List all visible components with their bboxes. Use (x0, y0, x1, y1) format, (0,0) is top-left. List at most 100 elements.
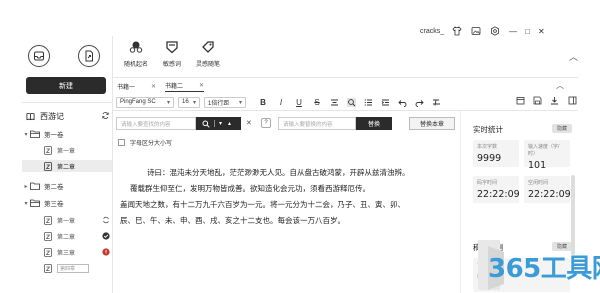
chapter-item-editing[interactable]: 第四章 (22, 262, 112, 274)
calendar-icon[interactable] (516, 96, 525, 105)
replace-button[interactable]: 替换 (356, 117, 392, 130)
chapter-item[interactable]: 第一章 (22, 144, 112, 156)
font-size-value: 16 (182, 99, 189, 105)
find-input[interactable]: 请输入要查找的内容 (116, 117, 196, 130)
search-button[interactable]: ▾ ▴ (196, 117, 241, 130)
font-select[interactable]: PingFang SC ▾ (116, 96, 174, 108)
minimize-button[interactable]: — (509, 27, 517, 36)
paragraph[interactable]: 诗曰：混沌未分天地乱，茫茫渺渺无人见。自从盘古破鸿蒙，开辟从兹清浊辨。 (120, 167, 455, 178)
new-button[interactable]: 新建 (26, 77, 106, 94)
paragraph[interactable]: 盖闻天地之数，有十二万九千六百岁为一元。将一元分为十二会，乃子、丑、寅、卯、 (120, 199, 455, 210)
sync-icon[interactable] (101, 111, 110, 120)
collapse-toolbar-icon[interactable]: ︿ (569, 50, 578, 63)
chevron-down-icon: ▾ (166, 99, 170, 106)
stat-value: 22:22:09 (528, 189, 571, 200)
restore-button[interactable]: □ (525, 27, 530, 36)
help-icon[interactable]: ? (261, 118, 271, 128)
book-title-text: 西游记 (40, 111, 64, 121)
search-icon (202, 120, 210, 128)
settings-icon[interactable] (490, 26, 500, 36)
line-spacing-select[interactable]: 1倍行距 ▾ (204, 96, 246, 108)
chapter-item[interactable]: 第三章 (22, 246, 112, 258)
paragraph[interactable]: 辰、巳、午、未、申、酉、戌、亥之十二支也。每会该一万八百岁。 (120, 215, 455, 226)
book-title[interactable]: 西游记 (26, 110, 110, 122)
tool-label: 随机起名 (123, 62, 148, 68)
inspiration-tool[interactable]: 灵感随笔 (190, 40, 226, 68)
indent-icon[interactable] (381, 98, 390, 107)
panel-toggle-icon[interactable] (568, 96, 577, 105)
inbox-button[interactable] (28, 45, 50, 67)
export-button[interactable] (78, 45, 100, 67)
inbox-icon (34, 51, 44, 61)
tab-close-icon[interactable]: ✕ (199, 82, 204, 89)
close-search-icon[interactable]: ✕ (246, 119, 252, 127)
chapter-item[interactable]: 第二章 (22, 230, 112, 242)
folder-icon (30, 182, 40, 190)
collapse-arrow-icon[interactable]: ▾ (22, 131, 30, 138)
stat-value: 9999 (477, 153, 502, 164)
font-size-select[interactable]: 16 ▾ (178, 96, 200, 108)
download-icon[interactable] (550, 96, 559, 105)
align-center-icon[interactable] (330, 98, 339, 107)
tab-book-2[interactable]: 书籍二 ✕ (165, 80, 205, 92)
chapter-label: 第二章 (57, 164, 76, 171)
document-icon (44, 263, 52, 273)
format-clear-icon[interactable] (432, 98, 441, 107)
volume-3[interactable]: ▾ 第三卷 (22, 197, 112, 209)
case-sensitive-checkbox[interactable] (118, 139, 125, 146)
tool-bar: 随机起名 敏感词 灵感随笔 (118, 40, 318, 76)
tab-bar: 书籍一 ✕ 书籍二 ✕ ︿ (113, 80, 578, 92)
watermark-text: 365工具网 (488, 254, 600, 284)
stat-label: 码字时间 (477, 180, 498, 186)
document-icon (44, 215, 52, 225)
close-button[interactable]: ✕ (538, 27, 545, 36)
paragraph[interactable]: 覆载群生仰至仁，发明万物皆成善。欲知造化会元功，须看西游释厄传。 (120, 183, 455, 194)
tag-icon (202, 41, 214, 53)
redo-icon[interactable] (415, 98, 424, 107)
error-circle-icon (102, 248, 110, 256)
shirt-icon[interactable] (452, 26, 462, 36)
chapter-item-active[interactable]: 第二章 (22, 160, 112, 172)
collapse-arrow-icon[interactable]: ▾ (22, 200, 30, 207)
document-icon (44, 231, 52, 241)
image-icon[interactable] (471, 26, 481, 36)
strikethrough-button[interactable]: S (312, 98, 322, 107)
chapter-item[interactable]: 第一章 (22, 214, 112, 226)
hide-stats-button[interactable]: 隐藏 (552, 124, 572, 133)
save-icon[interactable] (533, 96, 542, 105)
divider (22, 102, 112, 103)
username[interactable]: cracks_ (420, 28, 444, 35)
tab-label: 书籍一 (117, 84, 136, 91)
chapter-name-input[interactable]: 第四章 (57, 263, 89, 273)
line-spacing-value: 1倍行距 (208, 100, 230, 107)
list-icon[interactable] (364, 98, 373, 107)
sensitive-words-tool[interactable]: 敏感词 (154, 40, 190, 68)
volume-2[interactable]: ▸ 第二卷 (22, 180, 112, 192)
export-doc-icon (85, 50, 93, 62)
chevron-down-icon[interactable]: ▾ (219, 120, 222, 127)
stat-label: 输入速度（字/时） (528, 144, 560, 157)
stat-value: 101 (528, 160, 547, 171)
document-icon (44, 145, 52, 155)
search-replace-bar: 请输入要查找的内容 ▾ ▴ ✕ ? 请输入要替换的内容 替换 替换本章 字母区分… (116, 117, 456, 147)
tab-close-icon[interactable]: ✕ (151, 83, 156, 90)
expand-arrow-icon[interactable]: ▸ (22, 183, 30, 190)
replace-chapter-button[interactable]: 替换本章 (409, 117, 455, 130)
underline-button[interactable]: U (294, 98, 304, 107)
shield-icon (166, 41, 178, 54)
case-sensitive-option[interactable]: 字母区分大小写 (118, 138, 172, 147)
search-icon[interactable] (347, 97, 356, 107)
stat-label: 本次字数 (477, 144, 498, 150)
bold-button[interactable]: B (258, 98, 268, 107)
italic-button[interactable]: I (276, 98, 286, 107)
undo-icon[interactable] (398, 98, 407, 107)
tab-book-1[interactable]: 书籍一 ✕ (117, 80, 156, 92)
volume-label: 第一卷 (44, 132, 64, 139)
chevron-up-icon[interactable]: ▴ (228, 120, 231, 127)
collapse-tabs-icon[interactable]: ︿ (556, 80, 564, 91)
format-toolbar: PingFang SC ▾ 16 ▾ 1倍行距 ▾ B I U S (116, 96, 577, 108)
chapter-label: 第二章 (57, 234, 76, 241)
volume-1[interactable]: ▾ 第一卷 (22, 128, 112, 140)
random-name-tool[interactable]: 随机起名 (118, 40, 154, 68)
replace-input[interactable]: 请输入要替换的内容 (278, 117, 356, 130)
